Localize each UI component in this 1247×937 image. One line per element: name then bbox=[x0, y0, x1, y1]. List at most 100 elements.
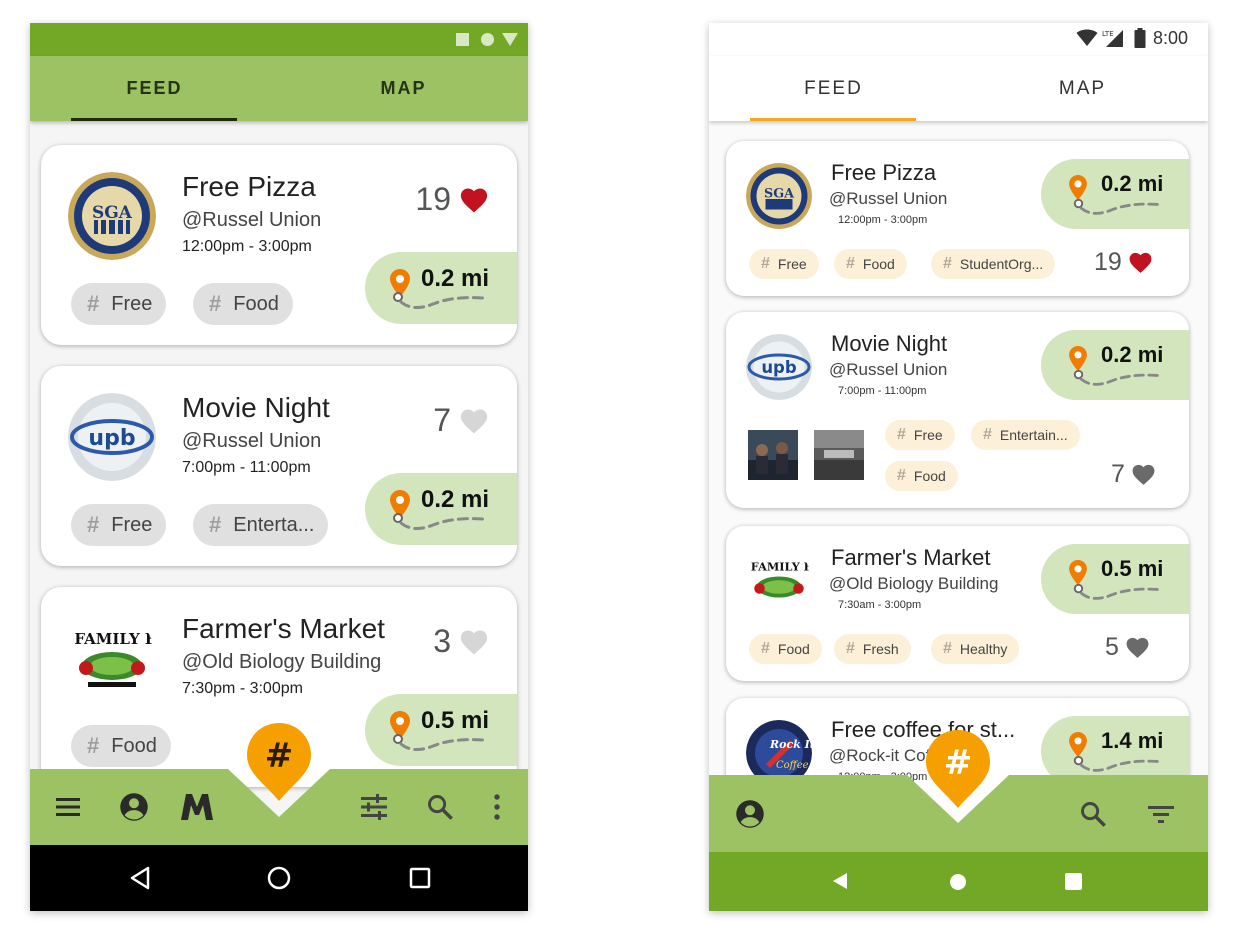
event-title: Farmer's Market bbox=[182, 613, 385, 644]
tab-map[interactable]: MAP bbox=[958, 56, 1207, 121]
event-title: Movie Night bbox=[182, 392, 330, 423]
like-count-value: 19 bbox=[1094, 248, 1122, 276]
m-logo-icon[interactable] bbox=[180, 793, 214, 821]
event-photo-thumbnail[interactable] bbox=[748, 430, 798, 480]
tag-chip[interactable]: # Free bbox=[71, 283, 167, 325]
event-time: 7:30pm - 3:00pm bbox=[182, 680, 303, 697]
route-path-icon bbox=[393, 292, 485, 309]
event-time: 7:00pm - 11:00pm bbox=[182, 459, 311, 476]
route-path-icon bbox=[1073, 583, 1160, 600]
event-card[interactable]: upb Movie Night @Russel Union 7:00pm - 1… bbox=[726, 312, 1189, 508]
tab-map[interactable]: MAP bbox=[279, 56, 528, 121]
more-vert-icon[interactable] bbox=[492, 793, 502, 821]
hashtag-icon: # bbox=[846, 255, 855, 272]
event-card[interactable]: E FAMILY FA Farmer's Market @Old Biology… bbox=[726, 526, 1189, 681]
hashtag-icon: # bbox=[846, 640, 855, 657]
like-count[interactable]: 19 bbox=[415, 181, 489, 218]
hashtag-icon: # bbox=[209, 291, 222, 316]
svg-text:upb: upb bbox=[761, 358, 797, 377]
like-count-value: 3 bbox=[433, 623, 451, 659]
tag-label: Free bbox=[111, 292, 153, 315]
event-card[interactable]: SGA Free Pizza @Russel Union 12:00pm - 3… bbox=[41, 145, 517, 345]
tab-bar: FEED MAP bbox=[709, 56, 1208, 121]
account-icon[interactable] bbox=[735, 799, 765, 829]
tab-feed[interactable]: FEED bbox=[30, 56, 279, 121]
heart-icon[interactable] bbox=[459, 407, 489, 435]
like-count[interactable]: 7 bbox=[433, 402, 489, 439]
recents-icon[interactable] bbox=[409, 867, 431, 889]
battery-icon bbox=[1134, 28, 1146, 48]
heart-icon[interactable] bbox=[1131, 463, 1156, 486]
heart-icon[interactable] bbox=[1125, 636, 1150, 659]
tag-chip[interactable]: # Food bbox=[749, 634, 822, 664]
account-icon[interactable] bbox=[119, 792, 149, 822]
distance-badge[interactable]: 0.5 mi bbox=[365, 694, 517, 766]
back-icon[interactable] bbox=[129, 866, 151, 890]
route-path-icon bbox=[1073, 369, 1160, 386]
tag-chip[interactable]: # Food bbox=[71, 725, 171, 767]
family-farm-logo: E FAMILY FA bbox=[746, 548, 812, 614]
square-status-icon bbox=[456, 33, 469, 46]
hashtag-icon: # bbox=[943, 255, 952, 272]
recents-icon[interactable] bbox=[1065, 873, 1082, 890]
tune-icon[interactable] bbox=[360, 794, 388, 820]
hashtag-icon: # bbox=[761, 255, 770, 272]
heart-icon[interactable] bbox=[459, 186, 489, 214]
tag-chip[interactable]: # Healthy bbox=[931, 634, 1020, 664]
hashtag-icon: # bbox=[983, 426, 992, 443]
svg-text:Coffee: Coffee bbox=[776, 760, 809, 771]
like-count[interactable]: 7 bbox=[1111, 460, 1156, 489]
tag-chip[interactable]: # Free bbox=[71, 504, 167, 546]
home-icon[interactable] bbox=[267, 866, 291, 890]
distance-badge[interactable]: 0.5 mi bbox=[1041, 544, 1189, 614]
svg-text:#: # bbox=[265, 736, 294, 776]
event-location: @Russel Union bbox=[829, 189, 948, 208]
tag-chip[interactable]: # Enterta... bbox=[193, 504, 329, 546]
like-count[interactable]: 19 bbox=[1094, 248, 1153, 277]
home-icon[interactable] bbox=[949, 873, 967, 891]
search-icon[interactable] bbox=[1079, 800, 1107, 828]
svg-text:E FAMILY FA: E FAMILY FA bbox=[746, 560, 812, 574]
tab-indicator bbox=[71, 118, 237, 121]
back-icon[interactable] bbox=[831, 872, 849, 890]
search-icon[interactable] bbox=[426, 793, 454, 821]
tag-chip[interactable]: # Free bbox=[749, 249, 819, 279]
tag-chip[interactable]: # Food bbox=[834, 249, 907, 279]
distance-value: 1.4 mi bbox=[1101, 728, 1164, 753]
distance-badge[interactable]: 0.2 mi bbox=[1041, 159, 1189, 229]
distance-badge[interactable]: 0.2 mi bbox=[1041, 330, 1189, 400]
like-count-value: 5 bbox=[1105, 633, 1119, 661]
hashtag-fab-button[interactable]: # bbox=[244, 721, 314, 805]
like-count-value: 19 bbox=[415, 181, 451, 217]
heart-icon[interactable] bbox=[1128, 251, 1153, 274]
distance-badge[interactable]: 0.2 mi bbox=[365, 473, 517, 545]
upb-logo: upb bbox=[68, 393, 156, 481]
hashtag-icon: # bbox=[87, 512, 100, 537]
tag-chip[interactable]: # Food bbox=[193, 283, 293, 325]
event-card[interactable]: SGA Free Pizza @Russel Union 12:00pm - 3… bbox=[726, 141, 1189, 296]
filter-icon[interactable] bbox=[1147, 804, 1175, 824]
like-count[interactable]: 5 bbox=[1105, 633, 1150, 662]
hashtag-fab-button[interactable]: # bbox=[923, 728, 993, 812]
menu-icon[interactable] bbox=[54, 795, 82, 819]
distance-badge[interactable]: 0.2 mi bbox=[365, 252, 517, 324]
tag-chip[interactable]: # StudentOrg... bbox=[931, 249, 1056, 279]
tab-feed[interactable]: FEED bbox=[709, 56, 958, 121]
event-photo-thumbnail[interactable] bbox=[814, 430, 864, 480]
event-time: 12:00pm - 3:00pm bbox=[838, 214, 928, 226]
tag-chip[interactable]: # Food bbox=[885, 461, 958, 491]
svg-text:Rock It: Rock It bbox=[769, 738, 812, 751]
circle-status-icon bbox=[481, 33, 494, 46]
tag-chip[interactable]: # Entertain... bbox=[971, 420, 1080, 450]
heart-icon[interactable] bbox=[459, 628, 489, 656]
tag-chip[interactable]: # Free bbox=[885, 420, 955, 450]
tag-chip[interactable]: # Fresh bbox=[834, 634, 911, 664]
event-title: Free Pizza bbox=[182, 171, 316, 202]
route-path-icon bbox=[393, 513, 485, 530]
tag-label: Free bbox=[111, 513, 153, 536]
like-count[interactable]: 3 bbox=[433, 623, 489, 660]
tag-label: Fresh bbox=[862, 641, 899, 657]
event-time: 12:00pm - 3:00pm bbox=[182, 238, 312, 255]
event-card[interactable]: upb Movie Night @Russel Union 7:00pm - 1… bbox=[41, 366, 517, 566]
hashtag-icon: # bbox=[943, 640, 952, 657]
